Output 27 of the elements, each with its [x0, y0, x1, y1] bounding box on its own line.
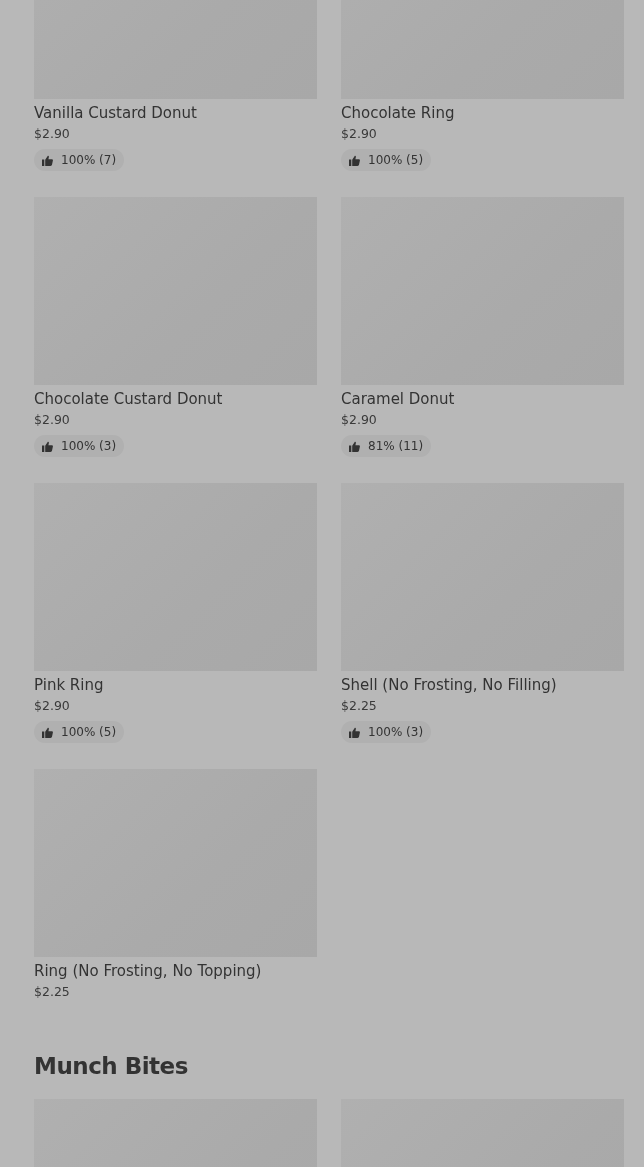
section-heading: Munch Bites — [34, 1052, 189, 1081]
item-name[interactable]: Chocolate Custard Donut — [34, 389, 223, 409]
thumbs-up-icon — [349, 154, 360, 166]
item-price: $2.90 — [34, 411, 70, 429]
item-name[interactable]: Chocolate Ring — [341, 103, 455, 123]
item-name[interactable]: Vanilla Custard Donut — [34, 103, 197, 123]
item-price: $2.90 — [341, 125, 377, 143]
thumbs-up-icon — [42, 154, 53, 166]
item-name[interactable]: Ring (No Frosting, No Topping) — [34, 961, 262, 981]
rating-text: 81% (11) — [368, 439, 424, 453]
item-price: $2.90 — [341, 411, 377, 429]
rating-text: 100% (3) — [61, 439, 117, 453]
item-price: $2.25 — [34, 983, 70, 1001]
thumbs-up-icon — [42, 726, 53, 738]
item-name[interactable]: Shell (No Frosting, No Filling) — [341, 675, 557, 695]
item-price: $2.90 — [34, 125, 70, 143]
item-price: $2.25 — [341, 697, 377, 715]
thumbs-up-icon — [349, 726, 360, 738]
rating-text: 100% (5) — [61, 725, 117, 739]
thumbs-up-icon — [42, 440, 53, 452]
thumbs-up-icon — [349, 440, 360, 452]
item-price: $2.90 — [34, 697, 70, 715]
rating-text: 100% (3) — [368, 725, 424, 739]
rating-text: 100% (5) — [368, 153, 424, 167]
item-name[interactable]: Pink Ring — [34, 675, 104, 695]
item-name[interactable]: Caramel Donut — [341, 389, 455, 409]
rating-text: 100% (7) — [61, 153, 117, 167]
